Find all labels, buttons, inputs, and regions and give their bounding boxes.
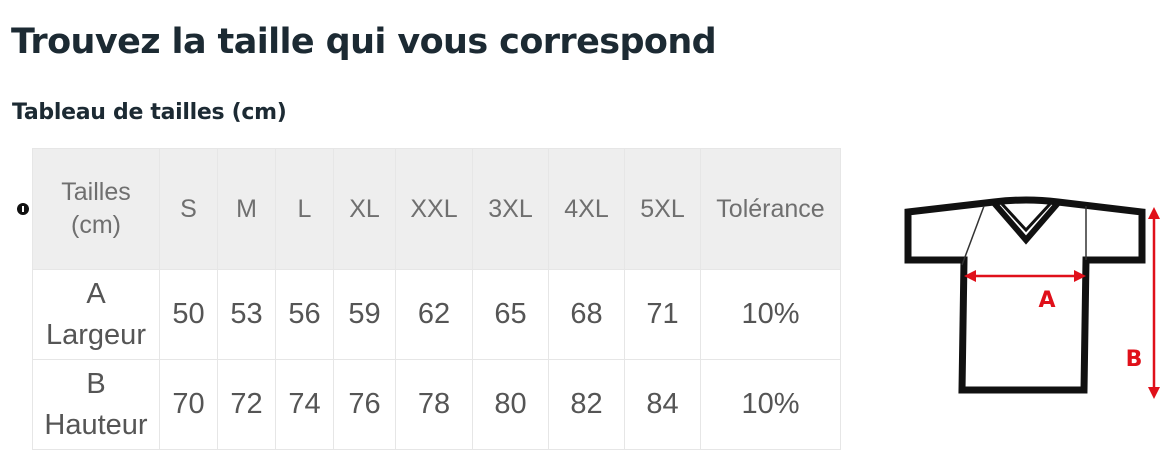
table-cell: 50	[159, 269, 218, 360]
table-cell: 71	[624, 269, 701, 360]
table-cell: 82	[548, 359, 625, 450]
tolerance-cell: 10%	[700, 269, 841, 360]
table-cell: 56	[275, 269, 334, 360]
table-cell: 74	[275, 359, 334, 450]
size-label-header-line2: (cm)	[71, 211, 121, 239]
page-title: Trouvez la taille qui vous correspond	[11, 22, 717, 62]
size-label-header: Tailles (cm)	[32, 148, 160, 270]
height-measure-label: B	[1126, 347, 1143, 372]
info-dot-icon	[17, 203, 29, 215]
row-label-hauteur: B Hauteur	[32, 359, 160, 450]
table-cell: 59	[333, 269, 396, 360]
size-chart-heading: Tableau de tailles (cm)	[12, 100, 287, 125]
tolerance-cell: 10%	[700, 359, 841, 450]
size-header-m: M	[217, 148, 276, 270]
row-code-b: B	[86, 367, 106, 400]
size-header-xxl: XXL	[395, 148, 473, 270]
table-row-largeur: A Largeur 50 53 56 59 62 65 68 71 10%	[32, 269, 841, 360]
size-header-5xl: 5XL	[624, 148, 701, 270]
row-code-a: A	[86, 277, 106, 310]
table-cell: 53	[217, 269, 276, 360]
size-header-s: S	[159, 148, 218, 270]
table-cell: 70	[159, 359, 218, 450]
table-cell: 84	[624, 359, 701, 450]
size-label-header-line1: Tailles	[61, 178, 131, 206]
table-cell: 76	[333, 359, 396, 450]
width-measure-label: A	[1038, 288, 1055, 313]
table-cell: 62	[395, 269, 473, 360]
tshirt-diagram: A B	[904, 196, 1160, 399]
tolerance-header: Tolérance	[700, 148, 841, 270]
table-cell: 65	[472, 269, 549, 360]
table-cell: 80	[472, 359, 549, 450]
table-cell: 68	[548, 269, 625, 360]
table-cell: 72	[217, 359, 276, 450]
size-header-l: L	[275, 148, 334, 270]
size-table: Tailles (cm) S M L XL XXL 3XL 4XL 5XL To…	[32, 148, 841, 450]
size-table-header-row: Tailles (cm) S M L XL XXL 3XL 4XL 5XL To…	[32, 148, 841, 270]
row-name-largeur: Largeur	[46, 318, 146, 351]
height-arrow-top-icon	[1148, 207, 1160, 219]
row-name-hauteur: Hauteur	[44, 408, 148, 441]
size-header-4xl: 4XL	[548, 148, 625, 270]
height-arrow-bottom-icon	[1148, 387, 1160, 399]
size-header-xl: XL	[333, 148, 396, 270]
size-header-3xl: 3XL	[472, 148, 549, 270]
row-label-largeur: A Largeur	[32, 269, 160, 360]
table-cell: 78	[395, 359, 473, 450]
table-row-hauteur: B Hauteur 70 72 74 76 78 80 82 84 10%	[32, 359, 841, 450]
